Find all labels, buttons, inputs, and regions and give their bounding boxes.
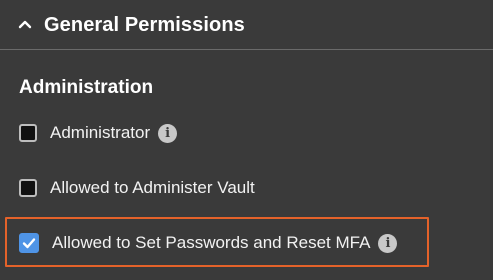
info-icon[interactable]: i: [158, 123, 178, 143]
administration-heading: Administration: [19, 77, 154, 98]
administer-vault-checkbox[interactable]: [19, 179, 37, 197]
permission-administer-vault[interactable]: Allowed to Administer Vault: [19, 175, 255, 201]
permission-administrator[interactable]: Administrator i: [19, 120, 178, 146]
set-passwords-reset-mfa-checkbox[interactable]: [19, 233, 39, 253]
administrator-checkbox[interactable]: [19, 124, 37, 142]
administer-vault-label: Allowed to Administer Vault: [50, 178, 255, 197]
administrator-label: Administrator: [50, 123, 151, 142]
info-icon[interactable]: i: [378, 233, 398, 253]
general-permissions-header[interactable]: General Permissions: [0, 0, 493, 50]
checkmark-icon: [22, 238, 36, 249]
permission-set-passwords-reset-mfa[interactable]: Allowed to Set Passwords and Reset MFA i: [19, 230, 398, 256]
chevron-up-icon: [18, 20, 32, 29]
set-passwords-reset-mfa-label: Allowed to Set Passwords and Reset MFA: [52, 233, 371, 252]
section-title: General Permissions: [44, 14, 245, 36]
